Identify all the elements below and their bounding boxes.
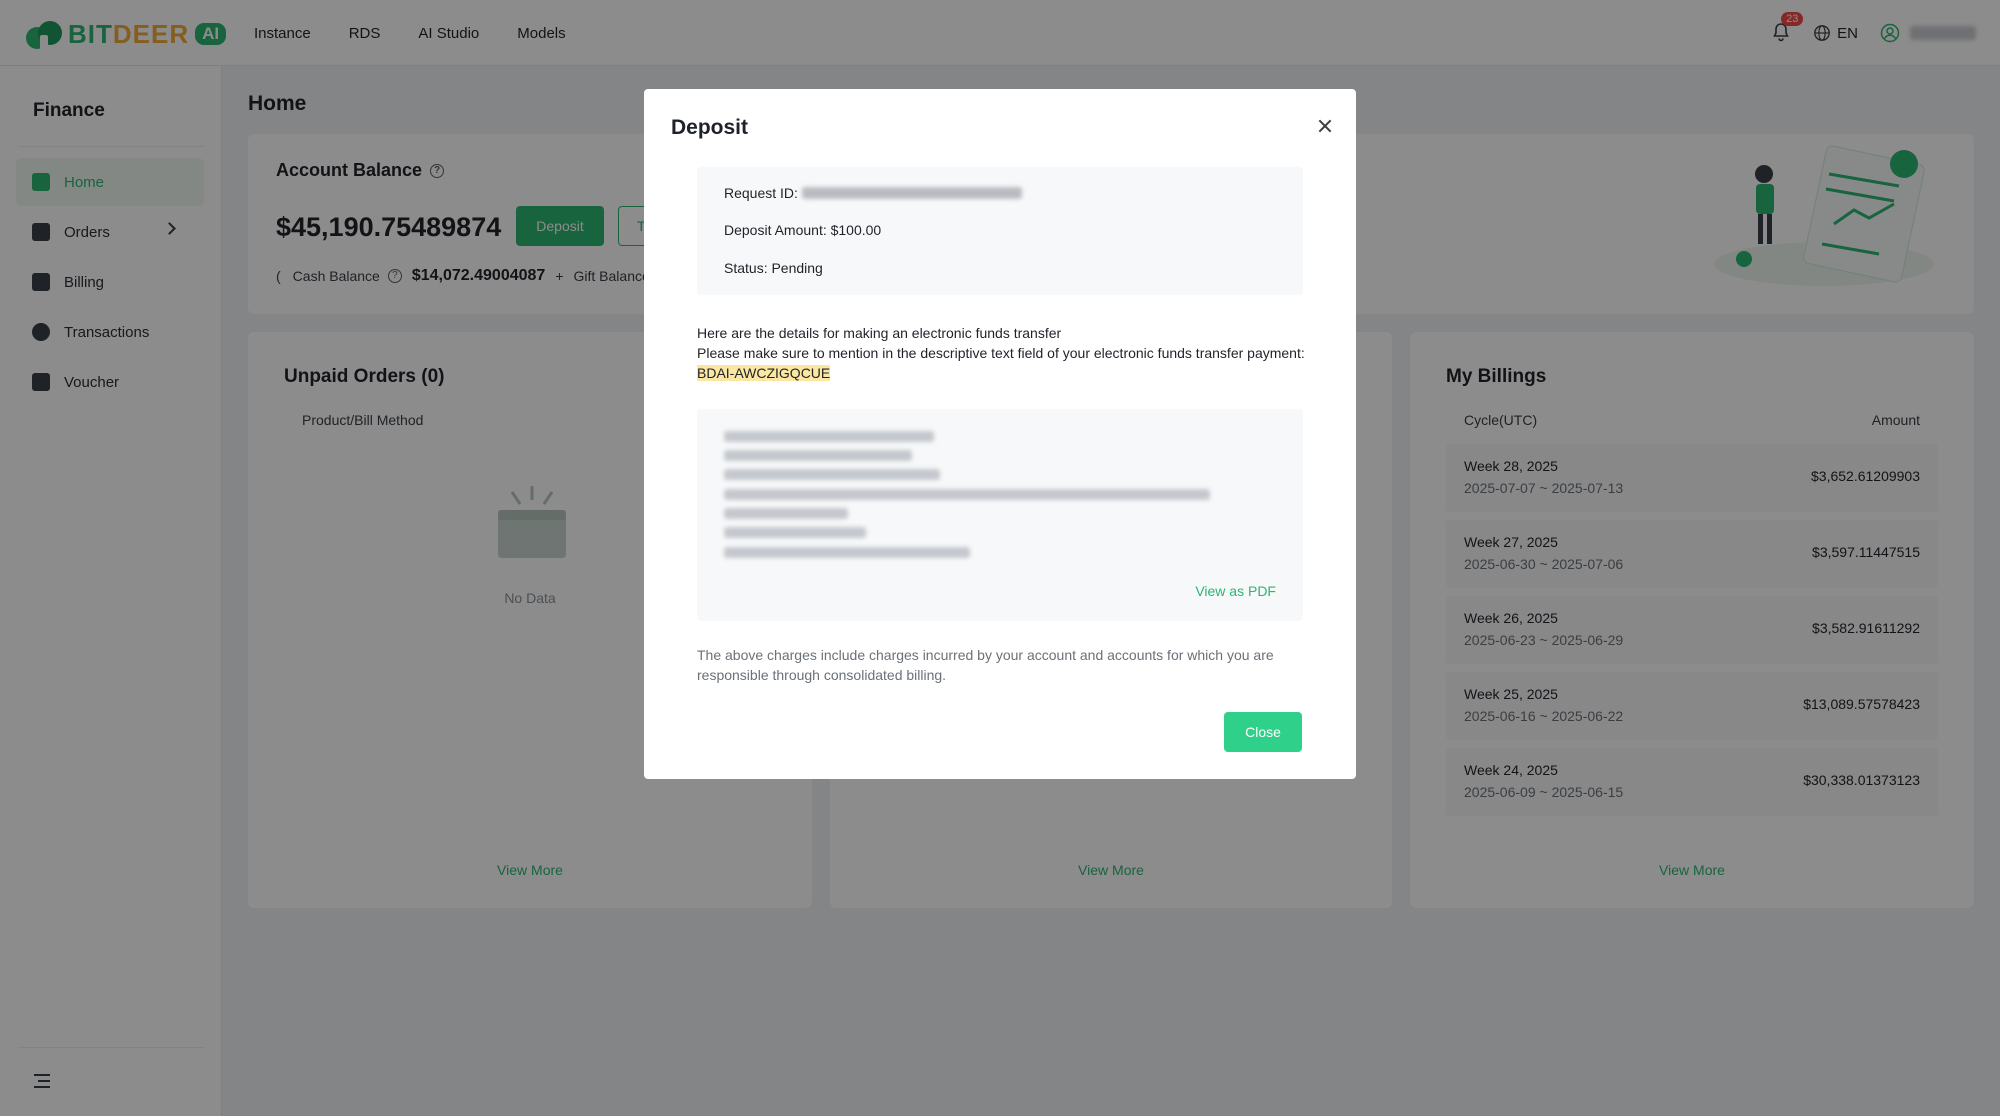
bank-detail-redacted [724, 508, 848, 519]
instruction-line-2: Please make sure to mention in the descr… [697, 345, 1305, 361]
bank-detail-redacted [724, 450, 912, 461]
bank-detail-redacted [724, 527, 866, 538]
charges-note: The above charges include charges incurr… [697, 647, 1274, 683]
request-id-redacted [801, 187, 1022, 199]
bank-detail-redacted [724, 547, 970, 558]
deposit-amount-line: Deposit Amount: $100.00 [724, 222, 882, 238]
reference-code[interactable]: BDAI-AWCZIGQCUE [697, 365, 831, 381]
deposit-info-box: Request ID: Deposit Amount: $100.00 Stat… [697, 167, 1303, 295]
deposit-modal: Deposit Request ID: Deposit Amount: $100… [644, 89, 1356, 779]
request-id-label: Request ID: [724, 185, 798, 201]
close-button[interactable]: Close [1224, 712, 1302, 752]
bank-detail-redacted [724, 489, 1210, 500]
instruction-line-1: Here are the details for making an elect… [697, 325, 1062, 341]
status-line: Status: Pending [724, 260, 823, 276]
modal-title: Deposit [671, 116, 749, 139]
view-as-pdf-link[interactable]: View as PDF [1195, 583, 1276, 599]
bank-detail-redacted [724, 469, 940, 480]
close-icon[interactable] [1316, 117, 1334, 135]
bank-detail-redacted [724, 431, 934, 442]
request-id-line: Request ID: [724, 185, 1022, 201]
bank-details-box: View as PDF [697, 409, 1303, 621]
transfer-instructions: Here are the details for making an elect… [697, 323, 1307, 383]
